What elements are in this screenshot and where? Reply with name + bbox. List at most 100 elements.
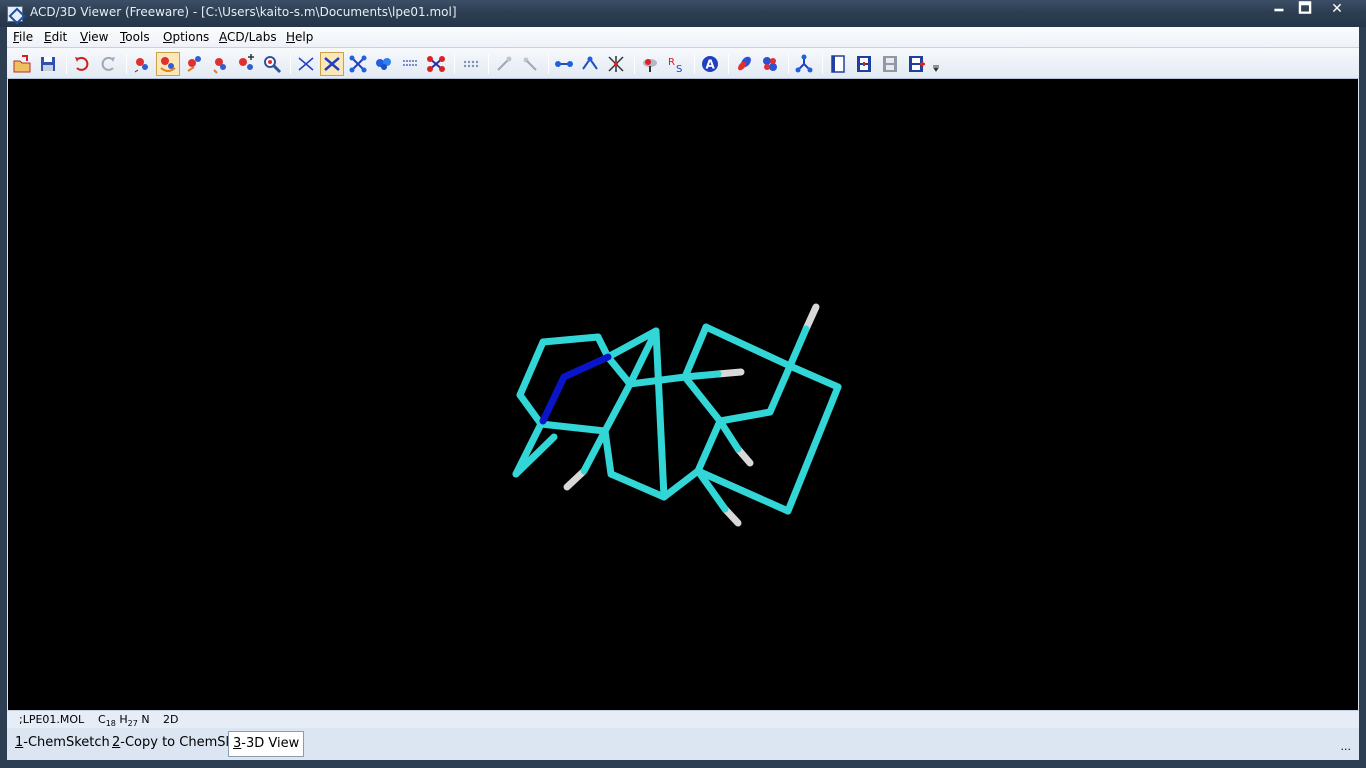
toolbar-separator [290, 54, 291, 74]
translate-button[interactable] [234, 52, 258, 76]
toolbar-separator [548, 54, 549, 74]
toolbar-separator [66, 54, 67, 74]
stereo-rs-button[interactable]: RS [664, 52, 688, 76]
nitrogen-bond [560, 353, 612, 381]
window-border-right [1359, 27, 1366, 760]
minimize-button[interactable]: 🗕 [1266, 0, 1292, 20]
redo-button[interactable] [96, 52, 120, 76]
atom-label-button[interactable]: A [698, 52, 722, 76]
fragment-icon [795, 54, 813, 73]
toolbar-separator [694, 54, 695, 74]
film-red-icon [909, 56, 925, 72]
measure-angle-button[interactable] [518, 52, 542, 76]
film-gray-icon [883, 56, 897, 72]
carbon-bond [626, 373, 689, 388]
toolbar-separator [126, 54, 127, 74]
menu-file[interactable]: File [13, 30, 33, 44]
tab-3d-view[interactable]: 3-3D View [228, 731, 305, 757]
measure-distance-button[interactable] [492, 52, 516, 76]
atom-label-icon: A [702, 56, 718, 72]
rotate-z-button[interactable] [156, 52, 180, 76]
wireframe-button[interactable] [294, 52, 318, 76]
toolbar-separator [728, 54, 729, 74]
film-red-button[interactable] [904, 52, 928, 76]
angle-button[interactable] [578, 52, 602, 76]
app-icon[interactable] [7, 6, 23, 22]
surface-button[interactable] [458, 52, 482, 76]
molecule-viewport[interactable] [8, 79, 1358, 710]
zoom-button[interactable] [260, 52, 284, 76]
tab-copy-to-chemsketch[interactable]: 2-Copy to ChemSk [108, 731, 237, 757]
fragment-button[interactable] [792, 52, 816, 76]
orbital-2-icon [763, 57, 777, 71]
tab-chemsketch[interactable]: 1-ChemSketch [11, 731, 114, 757]
nitrogen-bonds [539, 353, 612, 425]
menu-edit[interactable]: Edit [44, 30, 67, 44]
minimize-icon: 🗕 [1274, 1, 1284, 17]
svg-text:A: A [706, 58, 716, 72]
torsion-button[interactable] [604, 52, 628, 76]
status-bar: ;LPE01.MOL C18 H27 N 2D [7, 710, 1359, 728]
menu-help[interactable]: Help [286, 30, 313, 44]
sticks-icon [324, 57, 340, 71]
distance-button[interactable] [552, 52, 576, 76]
toolbar-overflow-button[interactable] [929, 52, 943, 76]
window-title: ACD/3D Viewer (Freeware) - [C:\Users\kai… [30, 5, 457, 19]
move-button[interactable] [182, 52, 206, 76]
orbital-2-button[interactable] [758, 52, 782, 76]
carbon-bond [786, 362, 842, 391]
distance-icon [555, 61, 573, 67]
carbon-bond [604, 353, 634, 388]
carbon-bond [601, 427, 615, 478]
film-button[interactable] [852, 52, 876, 76]
carbon-bond [702, 323, 794, 370]
move-z-button[interactable] [208, 52, 232, 76]
menu-acdlabs[interactable]: ACD/Labs [219, 30, 277, 44]
carbon-bond [580, 427, 609, 475]
tabbar-more[interactable]: ... [1341, 740, 1352, 753]
sticks-button[interactable] [320, 52, 344, 76]
film-gray-button[interactable] [878, 52, 902, 76]
dihedral-button[interactable] [638, 52, 662, 76]
undo-button[interactable] [70, 52, 94, 76]
toolbar-separator [788, 54, 789, 74]
dots-button[interactable] [398, 52, 422, 76]
carbon-bond [784, 383, 842, 515]
zoom-icon [264, 56, 282, 74]
dots-icon [403, 60, 417, 66]
spacefill-button[interactable] [372, 52, 396, 76]
move-z-icon [213, 58, 226, 74]
carbon-bond [716, 408, 774, 425]
close-button[interactable]: ✕ [1324, 0, 1350, 20]
toolbar-separator [822, 54, 823, 74]
molecule-3d-view[interactable] [8, 79, 1358, 710]
ball-stick-button[interactable] [346, 52, 370, 76]
open-button[interactable] [10, 52, 34, 76]
menu-bar: File Edit View Tools Options ACD/Labs He… [7, 27, 1359, 48]
undo-icon [75, 56, 89, 71]
page-button[interactable] [826, 52, 850, 76]
toolbar: RS A [7, 48, 1359, 79]
maximize-button[interactable]: 🗖 [1292, 0, 1318, 20]
rotate-3d-button[interactable] [130, 52, 154, 76]
save-button[interactable] [36, 52, 60, 76]
status-formula: C18 H27 N [98, 713, 150, 729]
menu-options[interactable]: Options [163, 30, 209, 44]
maximize-icon: 🗖 [1298, 1, 1312, 17]
orbital-button[interactable] [732, 52, 756, 76]
disks-button[interactable] [424, 52, 448, 76]
angle-icon [582, 56, 598, 70]
page-icon [831, 55, 845, 73]
save-icon [41, 57, 55, 71]
hydrogen-bonds [563, 303, 820, 527]
carbon-bond [716, 417, 742, 453]
film-icon [857, 56, 871, 72]
rotate-z-icon [160, 57, 176, 72]
carbon-bond [601, 380, 634, 435]
spacefill-icon [376, 58, 391, 70]
menu-view[interactable]: View [80, 30, 108, 44]
surface-icon [463, 60, 479, 68]
rotate-3d-icon [134, 58, 148, 73]
carbon-bonds [512, 323, 842, 515]
menu-tools[interactable]: Tools [120, 30, 150, 44]
